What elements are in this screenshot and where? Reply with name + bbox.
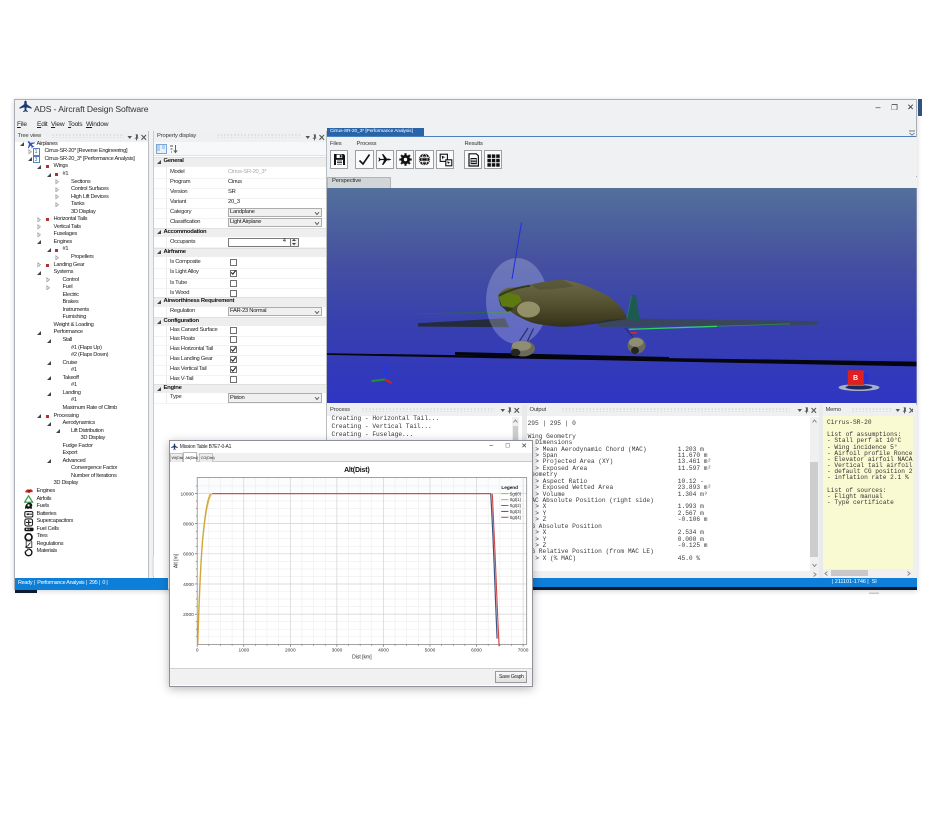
svg-text:2000: 2000 [285, 647, 296, 653]
svg-text:Sgt(2): Sgt(2) [509, 503, 521, 508]
svg-text:2000: 2000 [183, 611, 194, 617]
svg-text:B: B [853, 375, 858, 382]
svg-text:Sgt(1): Sgt(1) [509, 497, 521, 502]
svg-text:10000: 10000 [180, 491, 194, 497]
svg-text:6000: 6000 [471, 647, 482, 653]
svg-text:5000: 5000 [424, 647, 435, 653]
svg-text:Legend: Legend [501, 484, 518, 489]
svg-text:Sgt(0): Sgt(0) [509, 491, 521, 496]
svg-text:Sgt(4): Sgt(4) [509, 514, 521, 519]
svg-text:Dist [km]: Dist [km] [352, 654, 372, 660]
svg-text:7000: 7000 [518, 647, 529, 653]
svg-text:Alt [m]: Alt [m] [173, 553, 179, 568]
svg-text:1000: 1000 [238, 647, 249, 653]
svg-text:8000: 8000 [183, 521, 194, 527]
svg-text:0: 0 [196, 647, 199, 653]
svg-text:3000: 3000 [331, 647, 342, 653]
svg-text:4000: 4000 [378, 647, 389, 653]
svg-text:6000: 6000 [183, 551, 194, 557]
svg-text:4000: 4000 [183, 581, 194, 587]
svg-text:Sgt(3): Sgt(3) [509, 509, 521, 514]
